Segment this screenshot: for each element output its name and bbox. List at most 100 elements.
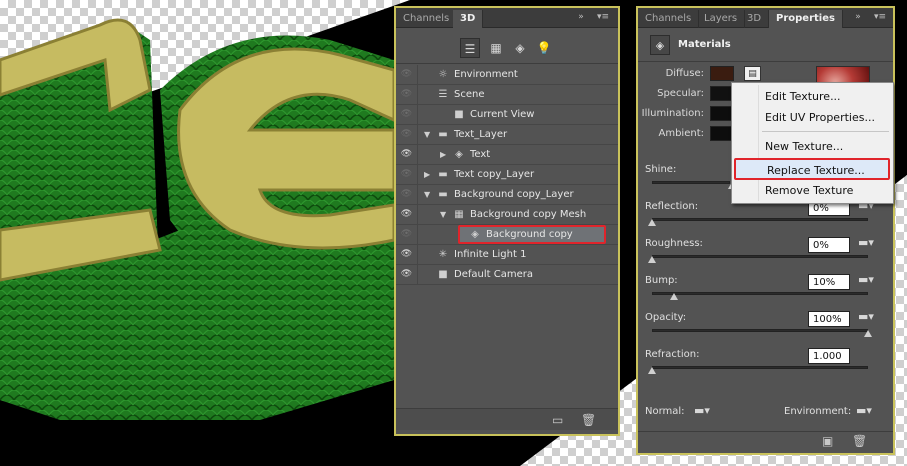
slider-track[interactable]	[652, 366, 868, 369]
slider-value-field[interactable]: 0%	[808, 237, 850, 253]
slider-label: Reflection:	[645, 201, 699, 212]
panel-menu-icon[interactable]: ▾≡	[873, 11, 887, 24]
tab-channels[interactable]: Channels	[638, 10, 700, 28]
environment-folder-icon[interactable]: ▬▾	[856, 404, 872, 417]
tab-3d[interactable]: 3D	[740, 10, 770, 28]
tree-row[interactable]: 👁 ▼ ▦ Background copy Mesh	[396, 205, 618, 225]
texture-folder-icon[interactable]: ▬▾	[858, 310, 874, 323]
illumination-label: Illumination:	[641, 108, 704, 119]
tree-row[interactable]: 👁 ☼ Environment	[396, 65, 618, 85]
slider-track[interactable]	[652, 181, 730, 184]
material-icon: ◈	[471, 229, 479, 240]
tab-channels[interactable]: Channels	[396, 10, 458, 28]
normal-label: Normal:	[645, 406, 685, 417]
light-icon: ✳	[438, 249, 448, 260]
collapse-icon[interactable]: »	[851, 11, 865, 24]
slider-label: Opacity:	[645, 312, 687, 323]
visibility-eye-icon[interactable]: 👁	[396, 165, 418, 184]
texture-folder-icon[interactable]: ▬▾	[858, 273, 874, 286]
tree-row[interactable]: 👁 ✳ Infinite Light 1	[396, 245, 618, 265]
expand-triangle-icon[interactable]: ▶	[440, 145, 446, 164]
slider-thumb[interactable]	[648, 219, 656, 226]
slider-track[interactable]	[652, 292, 868, 295]
tree-row[interactable]: 👁 ▼ ▬ Text_Layer	[396, 125, 618, 145]
collapse-triangle-icon[interactable]: ▼	[424, 185, 430, 204]
tree-row-label: Background copy_Layer	[454, 189, 574, 200]
menu-item-edit-texture[interactable]: Edit Texture...	[732, 86, 893, 108]
visibility-eye-icon[interactable]: 👁	[396, 85, 418, 104]
slider-value-field[interactable]: 100%	[808, 311, 850, 327]
slider-thumb[interactable]	[669, 293, 678, 300]
slider-track[interactable]	[652, 255, 868, 258]
collapse-icon[interactable]: »	[574, 11, 588, 24]
trash-icon[interactable]: 🗑	[581, 413, 596, 427]
tree-row[interactable]: 👁 ☰ Scene	[396, 85, 618, 105]
render-icon[interactable]: ▣	[822, 434, 833, 448]
slider-label: Refraction:	[645, 349, 700, 360]
visibility-eye-icon[interactable]: 👁	[396, 225, 418, 244]
slider-thumb[interactable]	[864, 330, 872, 337]
slider-label: Bump:	[645, 275, 678, 286]
menu-item-edit-uv-properties[interactable]: Edit UV Properties...	[732, 107, 893, 129]
tree-row[interactable]: 👁 ▼ ▬ Background copy_Layer	[396, 185, 618, 205]
tree-row[interactable]: 👁 ■ Default Camera	[396, 265, 618, 285]
mesh-icon: ▦	[454, 209, 464, 220]
slider-value-field[interactable]: 10%	[808, 274, 850, 290]
slider-label: Shine:	[645, 164, 677, 175]
material-filter-icon[interactable]: ◈	[510, 38, 530, 58]
tree-row-label: Scene	[454, 89, 485, 100]
tab-3d[interactable]: 3D	[453, 10, 484, 28]
trash-icon[interactable]: 🗑	[852, 434, 867, 448]
folder-icon: ▬	[438, 189, 448, 200]
camera-icon: ■	[438, 269, 448, 280]
tab-properties[interactable]: Properties	[769, 10, 843, 28]
normal-folder-icon[interactable]: ▬▾	[694, 404, 710, 417]
slider-track[interactable]	[652, 329, 868, 332]
texture-folder-icon[interactable]: ▬▾	[858, 236, 874, 249]
3d-panel: Channels 3D » ▾≡ ☰ ▦ ◈ 💡 👁 ☼ Environment 👁 ☰…	[394, 6, 620, 436]
collapse-triangle-icon[interactable]: ▼	[424, 125, 430, 144]
properties-footer: ▣ 🗑	[638, 431, 893, 451]
3d-panel-footer: ▭ 🗑	[396, 408, 618, 430]
mesh-filter-icon[interactable]: ▦	[486, 38, 506, 58]
folder-icon: ▬	[438, 169, 448, 180]
new-object-icon[interactable]: ▭	[552, 413, 563, 427]
folder-icon: ▬	[438, 129, 448, 140]
expand-triangle-icon[interactable]: ▶	[424, 165, 430, 184]
specular-label: Specular:	[657, 88, 704, 99]
properties-tabbar: Channels Layers 3D Properties » ▾≡	[638, 8, 893, 28]
visibility-eye-icon[interactable]: 👁	[396, 105, 418, 124]
menu-item-replace-texture[interactable]: Replace Texture...	[734, 158, 890, 180]
visibility-eye-icon[interactable]: 👁	[396, 125, 418, 144]
tree-row[interactable]: 👁 ▶ ◈ Text	[396, 145, 618, 165]
tree-row[interactable]: 👁 ■ Current View	[396, 105, 618, 125]
visibility-eye-icon[interactable]: 👁	[396, 145, 418, 164]
visibility-eye-icon[interactable]: 👁	[396, 65, 418, 84]
visibility-eye-icon[interactable]: 👁	[396, 245, 418, 264]
collapse-triangle-icon[interactable]: ▼	[440, 205, 446, 224]
menu-item-new-texture[interactable]: New Texture...	[732, 136, 893, 158]
slider-track[interactable]	[652, 218, 868, 221]
materials-title: Materials	[678, 39, 731, 50]
visibility-eye-icon[interactable]: 👁	[396, 205, 418, 224]
ambient-label: Ambient:	[658, 128, 705, 139]
panel-menu-icon[interactable]: ▾≡	[596, 11, 610, 24]
properties-panel: Channels Layers 3D Properties » ▾≡ ◈ Mat…	[636, 6, 895, 455]
light-filter-icon[interactable]: 💡	[534, 38, 554, 58]
slider-thumb[interactable]	[648, 367, 656, 374]
slider-value-field[interactable]: 1.000	[808, 348, 850, 364]
visibility-eye-icon[interactable]: 👁	[396, 185, 418, 204]
visibility-eye-icon[interactable]: 👁	[396, 265, 418, 284]
diffuse-color-swatch[interactable]	[710, 66, 734, 81]
menu-item-remove-texture[interactable]: Remove Texture	[732, 180, 893, 202]
tree-row-label: Background copy Mesh	[470, 209, 587, 220]
tree-row[interactable]: 👁 ▶ ▬ Text copy_Layer	[396, 165, 618, 185]
scene-filter-icon[interactable]: ☰	[460, 38, 480, 58]
tree-row-label: Environment	[454, 69, 518, 80]
diffuse-texture-button[interactable]: ▤	[744, 66, 761, 81]
diffuse-label: Diffuse:	[665, 68, 704, 79]
slider-thumb[interactable]	[648, 256, 656, 263]
tab-layers[interactable]: Layers	[697, 10, 746, 28]
tree-row[interactable]: 👁 ◈ Background copy	[396, 225, 618, 245]
material-icon: ◈	[455, 149, 463, 160]
